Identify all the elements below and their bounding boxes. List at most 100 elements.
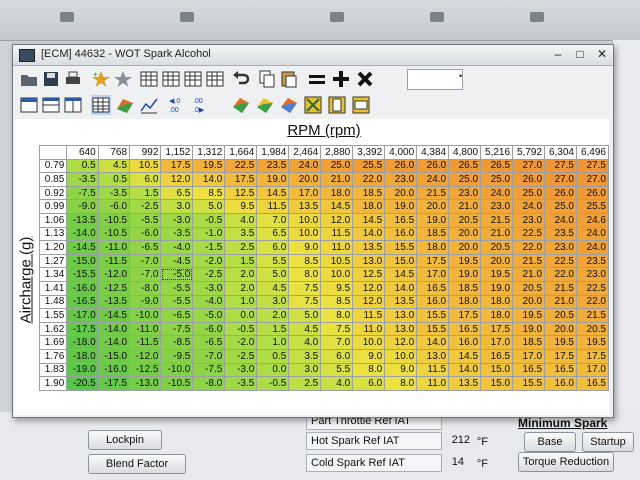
table-cell[interactable]: 4.0 xyxy=(288,335,322,350)
table-cell[interactable]: 11.0 xyxy=(352,321,386,337)
table-cell[interactable]: 9.5 xyxy=(224,199,258,214)
table-cell[interactable]: 12.0 xyxy=(384,335,418,350)
table-cell[interactable]: -7.0 xyxy=(192,348,226,364)
table-cell[interactable]: -12.5 xyxy=(97,280,131,296)
table-cell[interactable]: 19.0 xyxy=(448,267,482,282)
table-cell[interactable]: 20.0 xyxy=(512,294,546,310)
table-cell[interactable]: 7.0 xyxy=(256,212,290,228)
table-cell[interactable]: 6.0 xyxy=(256,240,290,255)
table-cell[interactable]: 9.5 xyxy=(320,280,354,296)
table-cell[interactable]: -7.0 xyxy=(129,253,162,269)
rpm-header[interactable]: 992 xyxy=(129,145,162,160)
table-cell[interactable]: 22.5 xyxy=(512,226,546,242)
table-cell[interactable]: 14.0 xyxy=(192,172,226,187)
rpm-header[interactable]: 1,152 xyxy=(160,145,194,160)
table-cell[interactable]: 3.0 xyxy=(256,294,290,310)
aircharge-header[interactable]: 1.41 xyxy=(38,280,68,296)
table-cell[interactable]: -15.0 xyxy=(66,253,99,269)
surface-3d-icon[interactable] xyxy=(115,95,135,115)
aircharge-header[interactable]: 1.90 xyxy=(38,376,68,391)
table-cell[interactable]: 12.0 xyxy=(320,212,354,228)
table-cell[interactable]: -12.0 xyxy=(129,348,162,364)
table-cell[interactable]: -4.5 xyxy=(160,253,194,269)
layout-vertical-icon[interactable] xyxy=(63,95,83,115)
table-cell[interactable]: 13.0 xyxy=(384,321,418,337)
table-cell[interactable]: 21.0 xyxy=(544,294,577,310)
table-cell[interactable]: -15.5 xyxy=(66,267,99,282)
table-cell[interactable]: -11.0 xyxy=(129,321,162,337)
table-cell[interactable]: 11.5 xyxy=(416,362,450,378)
table-cell[interactable]: 2.0 xyxy=(224,280,258,296)
table-cell[interactable]: 22.5 xyxy=(575,280,610,296)
table-cell[interactable]: 14.0 xyxy=(448,362,482,378)
rpm-header[interactable]: 2,880 xyxy=(320,145,354,160)
table-cell[interactable]: 17.5 xyxy=(160,158,194,174)
table-cell[interactable]: 27.5 xyxy=(544,158,577,174)
table-cell[interactable]: 12.0 xyxy=(352,280,386,296)
table-cell[interactable]: 19.5 xyxy=(544,335,577,350)
table-cell[interactable]: 25.5 xyxy=(352,158,386,174)
table-cell[interactable]: 26.5 xyxy=(480,158,514,174)
print-icon[interactable] xyxy=(63,69,83,89)
increase-decimals-icon[interactable]: .00.0▶ xyxy=(191,95,211,115)
smooth-icon[interactable] xyxy=(303,95,323,115)
table-cell[interactable]: 16.5 xyxy=(416,280,450,296)
table-cell[interactable]: 21.0 xyxy=(448,199,482,214)
table-cell[interactable]: 19.0 xyxy=(256,172,290,187)
aircharge-header[interactable]: 1.62 xyxy=(38,321,68,337)
table-cell[interactable]: 23.0 xyxy=(448,185,482,201)
table-cell[interactable]: -18.0 xyxy=(66,348,99,364)
table-cell[interactable]: -4.0 xyxy=(160,240,194,255)
table-cell[interactable]: 8.0 xyxy=(288,267,322,282)
table-cell[interactable]: 14.5 xyxy=(448,348,482,364)
table-cell[interactable]: 6.0 xyxy=(352,376,386,391)
table-cell[interactable]: 23.5 xyxy=(575,253,610,269)
table-cell[interactable]: -5.5 xyxy=(160,280,194,296)
aircharge-header[interactable]: 0.99 xyxy=(38,199,68,214)
table-cell[interactable]: 23.0 xyxy=(480,199,514,214)
favorite-icon[interactable] xyxy=(113,69,133,89)
table-cell[interactable]: -12.0 xyxy=(97,267,131,282)
table-cell[interactable]: 20.0 xyxy=(416,199,450,214)
fill-2-icon[interactable] xyxy=(351,95,371,115)
grid-view-icon[interactable] xyxy=(91,95,111,115)
multiply-icon[interactable] xyxy=(355,69,375,89)
rpm-header[interactable]: 1,312 xyxy=(192,145,226,160)
table-cell[interactable]: -4.0 xyxy=(192,294,226,310)
table-cell[interactable]: 14.5 xyxy=(352,212,386,228)
table-cell[interactable]: 9.0 xyxy=(352,348,386,364)
table-cell[interactable]: -10.0 xyxy=(160,362,194,378)
table-cell[interactable]: -2.5 xyxy=(192,267,226,282)
interpolate-horizontal-icon[interactable] xyxy=(255,95,275,115)
table-cell[interactable]: -5.0 xyxy=(160,267,194,282)
table-cell[interactable]: 22.0 xyxy=(544,267,577,282)
table-cell[interactable]: 18.5 xyxy=(512,335,546,350)
table-cell[interactable]: 20.0 xyxy=(288,172,322,187)
table-cell[interactable]: -10.5 xyxy=(97,226,131,242)
title-bar[interactable]: [ECM] 44632 - WOT Spark Alcohol – □ ✕ xyxy=(13,45,613,66)
table-cell[interactable]: -11.5 xyxy=(97,253,131,269)
table-cell[interactable]: 15.0 xyxy=(480,362,514,378)
table-view-2-icon[interactable] xyxy=(161,69,181,89)
interpolate-icon[interactable] xyxy=(231,95,251,115)
table-cell[interactable]: 20.5 xyxy=(480,240,514,255)
table-cell[interactable]: -18.0 xyxy=(66,335,99,350)
table-cell[interactable]: 17.5 xyxy=(480,321,514,337)
table-cell[interactable]: 20.0 xyxy=(480,253,514,269)
save-icon[interactable] xyxy=(41,69,61,89)
table-cell[interactable]: -8.5 xyxy=(160,335,194,350)
table-cell[interactable]: -0.5 xyxy=(224,321,258,337)
table-cell[interactable]: 15.5 xyxy=(416,321,450,337)
table-cell[interactable]: 21.0 xyxy=(480,226,514,242)
undo-icon[interactable] xyxy=(231,69,251,89)
table-cell[interactable]: -11.5 xyxy=(129,335,162,350)
table-cell[interactable]: -17.0 xyxy=(66,308,99,323)
table-cell[interactable]: 25.0 xyxy=(448,172,482,187)
table-cell[interactable]: 27.5 xyxy=(575,158,610,174)
table-cell[interactable]: 14.5 xyxy=(320,199,354,214)
aircharge-header[interactable]: 1.20 xyxy=(38,240,68,255)
table-cell[interactable]: -6.5 xyxy=(192,335,226,350)
table-cell[interactable]: 24.0 xyxy=(480,185,514,201)
close-button[interactable]: ✕ xyxy=(591,46,613,63)
aircharge-header[interactable]: 0.79 xyxy=(38,158,68,174)
